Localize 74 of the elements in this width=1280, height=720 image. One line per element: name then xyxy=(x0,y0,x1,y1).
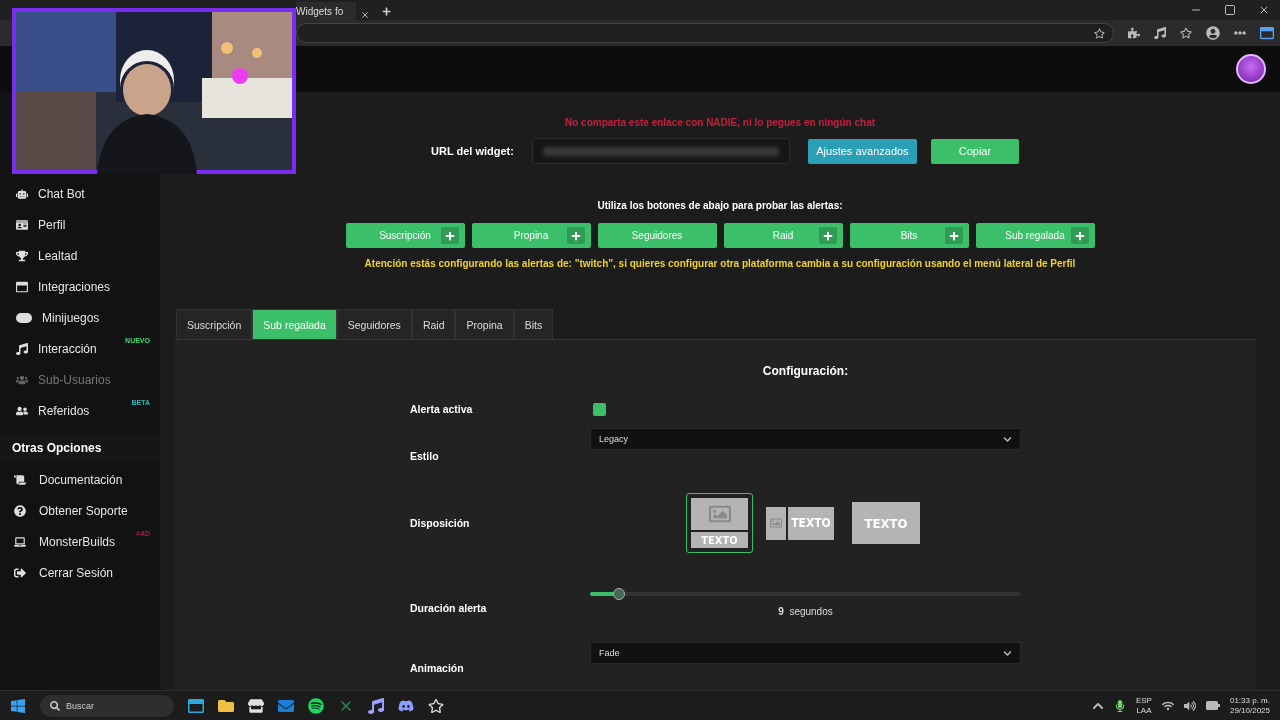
notice-text: Atención estás configurando las alertas de: "twitch", si quieres configurar otra plataforma cambia a su configuración usando el menú lateral de Perfil xyxy=(364,258,1076,269)
microphone-icon[interactable] xyxy=(1113,699,1126,712)
language-indicator[interactable]: ESP LAA xyxy=(1135,695,1152,716)
sidebar-item[interactable]: Cerrar Sesión xyxy=(0,557,160,588)
browser-icon[interactable] xyxy=(188,697,204,714)
field-label: Disposición xyxy=(410,516,471,531)
field-label: Alerta activa xyxy=(410,402,474,417)
users-icon xyxy=(16,373,28,386)
logout-icon xyxy=(14,566,26,579)
tab[interactable]: Suscripción xyxy=(176,309,253,339)
sidebar-item[interactable]: Minijuegos xyxy=(0,302,160,333)
tab[interactable]: Seguidores xyxy=(336,309,412,339)
sidebar-item[interactable]: Chat Bot xyxy=(0,178,160,209)
star-icon[interactable] xyxy=(1094,27,1105,39)
chevron-down-icon xyxy=(1003,648,1012,658)
close-tab-icon[interactable] xyxy=(360,10,370,20)
test-prompt: Utiliza los botones de abajo para probar las alertas: xyxy=(597,200,843,211)
field-label: Estilo xyxy=(410,449,440,464)
help-icon xyxy=(14,504,26,517)
select-field[interactable]: Fade xyxy=(590,642,1021,664)
slider-thumb[interactable] xyxy=(612,588,625,600)
maximize-icon[interactable] xyxy=(1224,4,1236,16)
sidebar-item[interactable]: Integraciones xyxy=(0,271,160,302)
spotify-icon[interactable] xyxy=(308,697,324,714)
sidebar-item[interactable]: Lealtad xyxy=(0,240,160,271)
profile-icon[interactable] xyxy=(1206,26,1220,40)
image-icon xyxy=(708,503,731,525)
avatar[interactable] xyxy=(1236,54,1266,84)
laptop-icon xyxy=(14,535,26,548)
discord-icon[interactable] xyxy=(398,697,414,714)
star-icon[interactable] xyxy=(1180,27,1192,39)
field-label: Animación xyxy=(410,661,465,676)
caption-text: TEXTO xyxy=(691,532,748,548)
clock[interactable]: 01:33 p. m. 29/10/2025 xyxy=(1229,695,1270,716)
start-icon[interactable] xyxy=(10,697,26,714)
image-icon xyxy=(770,517,782,529)
trophy-icon xyxy=(16,249,28,262)
scroll-icon xyxy=(14,473,26,486)
browser-tab[interactable]: Widgets fo xyxy=(296,2,356,20)
search-placeholder: Buscar xyxy=(66,700,94,711)
section-title: Otras Opciones xyxy=(0,434,160,462)
sidebar-item[interactable]: Perfil xyxy=(0,209,160,240)
puzzle-icon[interactable] xyxy=(1128,27,1140,39)
close-icon[interactable] xyxy=(1258,4,1270,16)
assistant-icon[interactable] xyxy=(1260,26,1274,40)
search-field[interactable]: Buscar xyxy=(40,694,174,717)
field-label: Duración alerta xyxy=(410,601,488,616)
duration-reading: 9 segundos xyxy=(777,606,834,617)
sidebar-item[interactable]: Documentación xyxy=(0,464,160,495)
folder-icon[interactable] xyxy=(218,697,234,714)
store-icon[interactable] xyxy=(248,697,264,714)
config-title: Configuración: xyxy=(761,364,850,378)
tab[interactable]: Propina xyxy=(455,309,514,339)
id-card-icon xyxy=(16,218,28,231)
volume-icon[interactable] xyxy=(1183,699,1196,712)
warning-text: No comparta este enlace con NADIE, ni lo pegues en ningún chat xyxy=(564,117,876,128)
chevron-down-icon xyxy=(1003,434,1012,444)
checkbox[interactable] xyxy=(593,402,606,416)
select-field[interactable]: Legacy xyxy=(590,428,1021,450)
tab[interactable]: Bits xyxy=(513,309,554,339)
people-icon xyxy=(16,404,28,417)
music-icon[interactable] xyxy=(1154,27,1166,39)
robot-icon xyxy=(16,187,28,200)
caption-text: TEXTO xyxy=(788,506,834,540)
url-field[interactable] xyxy=(531,138,790,164)
tab[interactable]: Raid xyxy=(411,309,456,339)
new-tab-icon[interactable] xyxy=(382,7,391,16)
search-icon xyxy=(50,700,60,711)
battery-icon[interactable] xyxy=(1205,701,1220,710)
wifi-icon[interactable] xyxy=(1161,699,1174,712)
url-label: URL del widget: xyxy=(431,145,514,157)
mail-icon[interactable] xyxy=(278,697,294,714)
music-icon xyxy=(16,342,28,355)
sidebar-item[interactable]: Obtener Soporte xyxy=(0,495,160,526)
